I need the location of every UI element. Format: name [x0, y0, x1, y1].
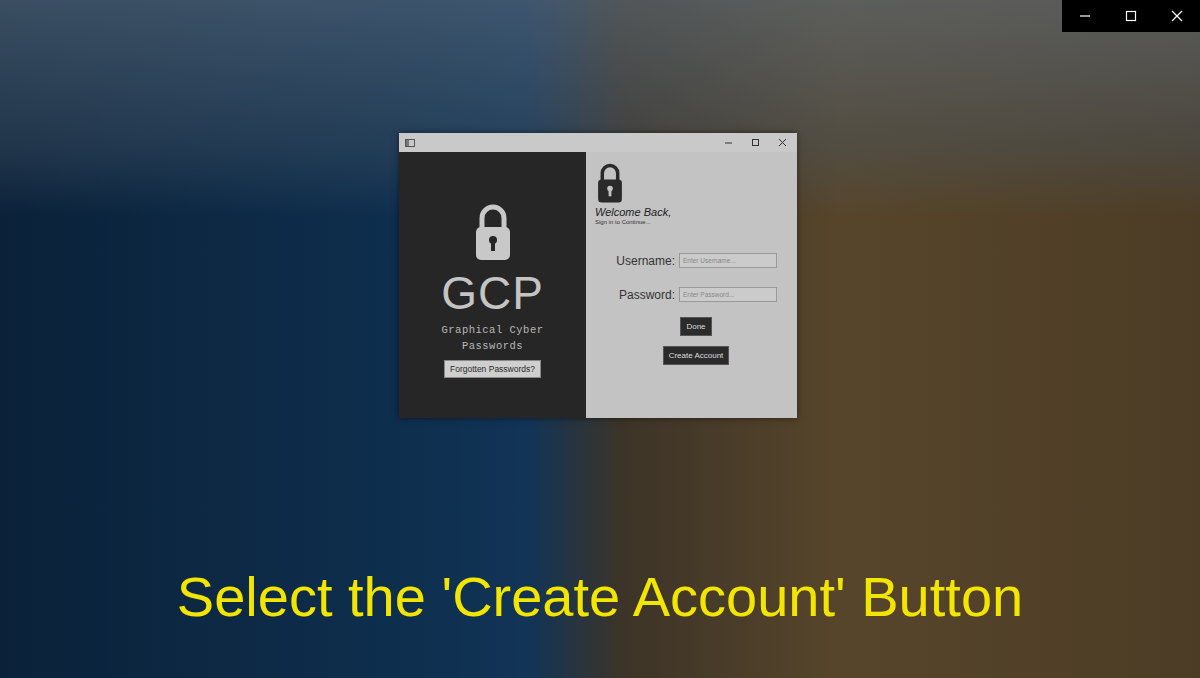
form-row: Username: [595, 253, 797, 268]
minimize-icon[interactable] [724, 138, 733, 147]
window-controls [724, 138, 791, 147]
brand-title: GCP [441, 270, 544, 316]
form-buttons: Done Create Account [595, 317, 797, 365]
password-input[interactable] [679, 287, 777, 302]
app-icon [405, 139, 415, 147]
sign-in-panel: Welcome Back,Sign in to Continue... Usern… [586, 152, 797, 418]
brand-panel: GCP Graphical Cyber Passwords Forgotten Pa… [399, 152, 586, 418]
login-window: GCP Graphical Cyber Passwords Forgotten Pa… [399, 133, 797, 418]
welcome-heading: Welcome Back, [595, 206, 797, 218]
field-label: Password: [619, 288, 675, 302]
lock-icon [595, 162, 797, 204]
done-button[interactable]: Done [680, 317, 711, 336]
form-fields: Username: Password: [595, 253, 797, 302]
field-label: Username: [616, 254, 675, 268]
lock-icon [473, 202, 513, 262]
video-caption: Select the 'Create Account' Button [0, 562, 1200, 632]
brand-subtitle: Graphical Cyber Passwords [437, 322, 549, 354]
forgotten-passwords-button[interactable]: Forgotten Passwords? [444, 360, 541, 378]
close-icon[interactable] [1171, 10, 1183, 22]
username-input[interactable] [679, 253, 777, 268]
player-window-controls [1062, 0, 1200, 32]
form-row: Password: [595, 287, 797, 302]
create-account-button[interactable]: Create Account [663, 346, 730, 365]
title-bar [399, 133, 797, 152]
maximize-icon[interactable] [1125, 10, 1137, 22]
window-body: GCP Graphical Cyber Passwords Forgotten Pa… [399, 152, 797, 418]
close-icon[interactable] [778, 138, 787, 147]
minimize-icon[interactable] [1079, 10, 1091, 22]
maximize-icon[interactable] [751, 138, 760, 147]
welcome-subtitle: Sign in to Continue... [595, 219, 797, 225]
